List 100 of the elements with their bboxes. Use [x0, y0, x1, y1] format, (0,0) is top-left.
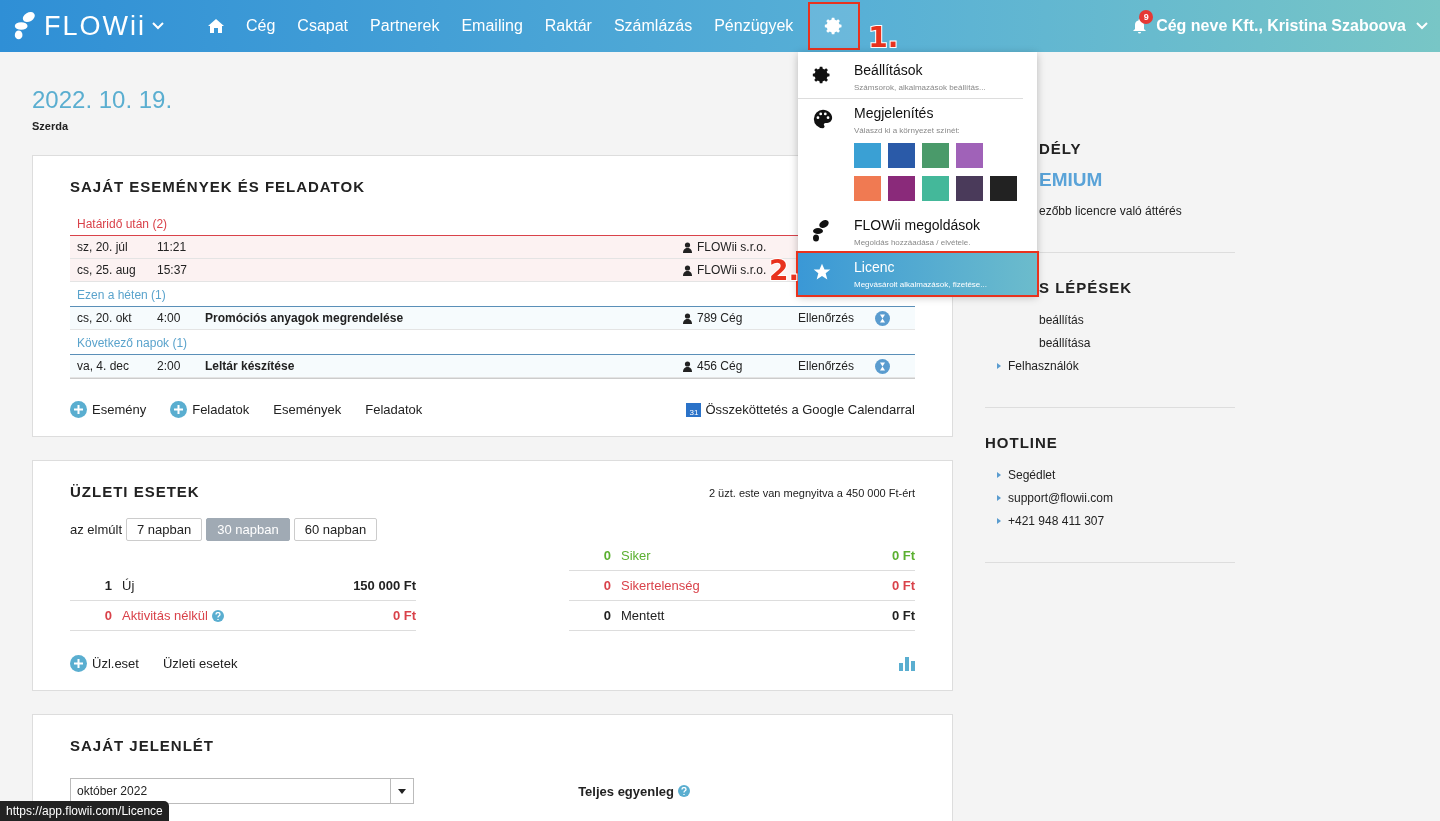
- menu-item-title: Licenc: [854, 259, 895, 275]
- sidebar-link[interactable]: support@flowii.com: [985, 486, 1235, 509]
- stat-label: Mentett: [621, 608, 665, 623]
- menu-item-subtitle: Számsorok, alkalmazások beállítás...: [854, 83, 987, 92]
- event-title: Promóciós anyagok megrendelése: [205, 311, 405, 325]
- event-company: 456 Cég: [697, 359, 743, 373]
- event-row[interactable]: cs, 20. okt 4:00 Promóciós anyagok megrendelése 789 Cég Ellenőrzés: [70, 307, 915, 330]
- bar-chart-icon[interactable]: [899, 656, 915, 671]
- stat-count: 0: [602, 548, 611, 563]
- card-title: ÜZLETI ESETEK: [70, 483, 200, 500]
- stat-amount: 0 Ft: [891, 608, 915, 623]
- event-status: Ellenőrzés: [798, 359, 856, 373]
- star-icon: [812, 262, 832, 282]
- period-button[interactable]: 7 napban: [126, 518, 203, 541]
- settings-icon: [812, 65, 832, 85]
- color-swatch[interactable]: [854, 143, 881, 168]
- current-date: 2022. 10. 19.: [32, 86, 173, 114]
- period-button[interactable]: 60 napban: [293, 518, 378, 541]
- color-swatch[interactable]: [854, 176, 881, 201]
- stat-amount: 0 Ft: [891, 548, 915, 563]
- stat-amount: 0 Ft: [392, 608, 416, 623]
- plus-icon: [70, 655, 87, 672]
- bullet-icon: [997, 517, 1001, 524]
- help-icon: [678, 785, 690, 797]
- bullet-icon: [997, 362, 1001, 369]
- stat-count: 1: [103, 578, 112, 593]
- hourglass-icon: [875, 358, 890, 374]
- sidebar-link[interactable]: Felhasználók: [985, 354, 1235, 377]
- drops-icon: [812, 220, 830, 242]
- menu-item[interactable]: Beállítások Számsorok, alkalmazások beállítás...: [798, 56, 1023, 99]
- color-swatch[interactable]: [956, 176, 983, 201]
- stat-label: Aktivitás nélkül: [122, 608, 208, 623]
- nav-link[interactable]: Üzleti esetek: [162, 656, 238, 671]
- period-label: az elmúlt: [70, 522, 123, 537]
- stat-count: 0: [602, 578, 611, 593]
- event-status: Ellenőrzés: [798, 311, 856, 325]
- color-swatch[interactable]: [888, 176, 915, 201]
- hourglass-icon: [875, 310, 890, 326]
- plan-name: EMIUM: [1039, 169, 1104, 191]
- sidebar-link[interactable]: beállítás: [1039, 308, 1235, 331]
- settings-button[interactable]: [808, 2, 861, 50]
- stat-amount: 150 000 Ft: [353, 578, 416, 593]
- menu-item-subtitle: Megvásárolt alkalmazások, fizetése...: [854, 280, 988, 289]
- stat-label: Siker: [621, 548, 651, 563]
- sidebar-link[interactable]: +421 948 411 307: [985, 509, 1235, 532]
- nav-link[interactable]: Események: [273, 402, 342, 417]
- sidebar-link[interactable]: beállítása: [1039, 331, 1235, 354]
- palette-icon: [812, 108, 834, 130]
- menu-item-title: Megjelenítés: [854, 105, 934, 121]
- event-time: 2:00: [157, 359, 182, 373]
- stat-count: 0: [602, 608, 611, 623]
- person-icon: [683, 264, 692, 276]
- plus-icon: [170, 401, 188, 418]
- event-date: cs, 20. okt: [77, 311, 133, 325]
- menu-item[interactable]: Megjelenítés Válaszd ki a környezet színét:: [798, 99, 1037, 211]
- section-title: HOTLINE: [985, 434, 1059, 451]
- chevron-down-icon: [1416, 22, 1428, 30]
- color-swatch[interactable]: [990, 176, 1017, 201]
- section-title: S LÉPÉSEK: [1039, 279, 1134, 296]
- add-link[interactable]: Esemény: [70, 401, 147, 418]
- menu-item-subtitle: Válaszd ki a környezet színét:: [854, 126, 961, 135]
- logo-text: FLOWii: [44, 10, 146, 42]
- sidebar-link[interactable]: ezőbb licencre való áttérés: [1039, 199, 1235, 222]
- home-icon: [208, 19, 224, 33]
- add-link[interactable]: Feladatok: [170, 401, 250, 418]
- event-date: cs, 25. aug: [77, 263, 137, 277]
- notification-badge: 9: [1139, 9, 1154, 24]
- calendar-link[interactable]: 31 Összeköttetés a Google Calendarral: [686, 402, 915, 417]
- color-swatch[interactable]: [956, 143, 983, 168]
- deals-summary: 2 üzt. este van megnyitva a 450 000 Ft-ért: [708, 487, 915, 499]
- nav-link[interactable]: Feladatok: [365, 402, 423, 417]
- event-date: va, 4. dec: [77, 359, 131, 373]
- stat-label: Új: [122, 578, 135, 593]
- event-company: FLOWii s.r.o.: [697, 240, 767, 254]
- event-time: 4:00: [157, 311, 182, 325]
- add-link[interactable]: Üzl.eset: [70, 655, 139, 672]
- event-time: 15:37: [157, 263, 189, 277]
- section-title: DÉLY: [1039, 140, 1083, 157]
- plus-icon: [70, 401, 87, 418]
- event-row[interactable]: va, 4. dec 2:00 Leltár készítése 456 Cég Ellenőrzés: [70, 355, 915, 378]
- bullet-icon: [997, 494, 1001, 501]
- sidebar-link[interactable]: Segédlet: [985, 463, 1235, 486]
- menu-item-title: Beállítások: [854, 62, 923, 78]
- caret-icon: [398, 788, 406, 794]
- bullet-icon: [997, 471, 1001, 478]
- event-date: sz, 20. júl: [77, 240, 129, 254]
- stat-amount: 0 Ft: [891, 578, 915, 593]
- settings-icon: [824, 16, 845, 36]
- chevron-down-icon: [152, 22, 164, 30]
- weekday: Szerda: [32, 120, 69, 132]
- event-company: 789 Cég: [697, 311, 743, 325]
- logo-icon: [12, 12, 38, 40]
- event-title: Leltár készítése: [205, 359, 296, 373]
- balance-label: Teljes egyenleg: [578, 783, 674, 799]
- status-url: https://app.flowii.com/Licence: [0, 801, 169, 821]
- color-swatch[interactable]: [888, 143, 915, 168]
- color-swatch[interactable]: [922, 143, 949, 168]
- person-icon: [683, 312, 692, 324]
- color-swatch[interactable]: [922, 176, 949, 201]
- calendar-icon: 31: [686, 402, 702, 417]
